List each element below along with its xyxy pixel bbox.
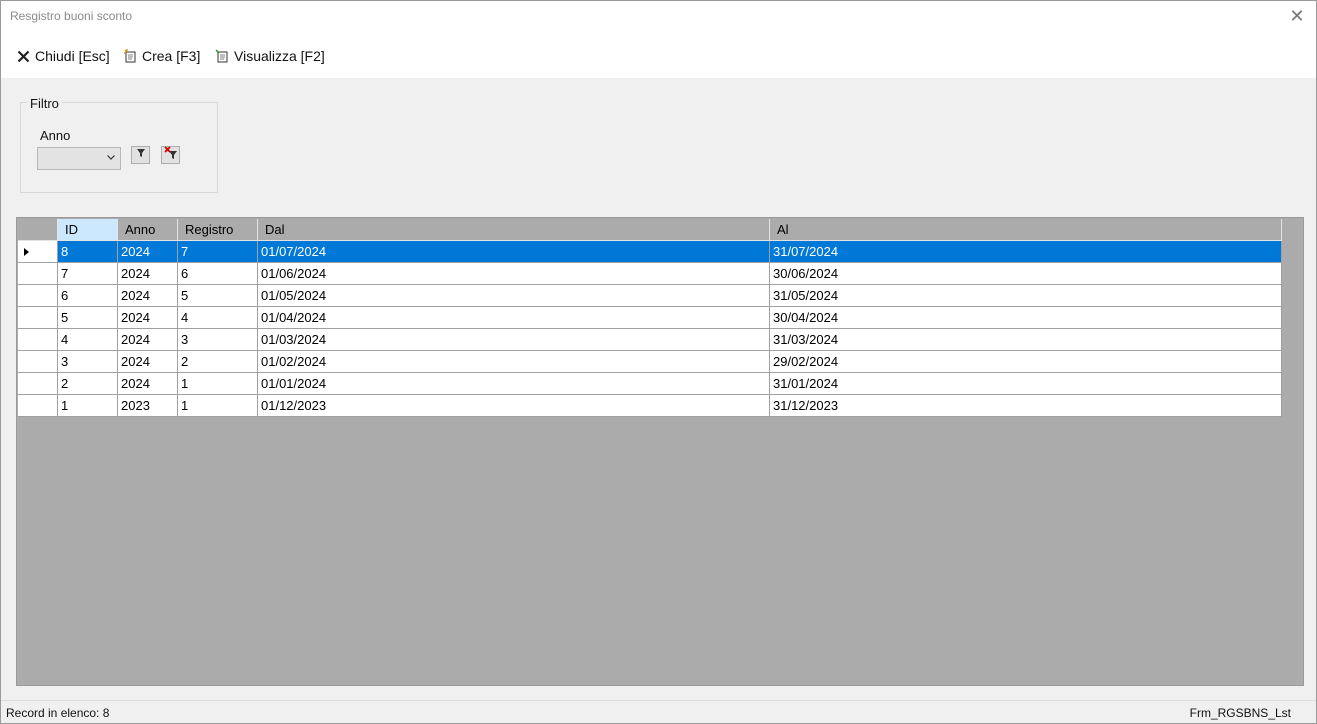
- title-bar: Resgistro buoni sconto ✕: [1, 1, 1316, 33]
- toolbar: Chiudi [Esc] Crea [F3] Visualizza [F2]: [1, 33, 1316, 78]
- cell-anno[interactable]: 2024: [118, 241, 178, 263]
- records-grid: ID Anno Registro Dal Al 8 2024 7 01/07/2024…: [16, 217, 1304, 686]
- cell-dal[interactable]: 01/02/2024: [258, 351, 770, 373]
- cell-anno[interactable]: 2024: [118, 285, 178, 307]
- column-header-id[interactable]: ID: [58, 219, 118, 241]
- row-header[interactable]: [18, 285, 58, 307]
- row-header[interactable]: [18, 351, 58, 373]
- view-button[interactable]: Visualizza [F2]: [215, 46, 325, 66]
- cell-dal[interactable]: 01/07/2024: [258, 241, 770, 263]
- close-button-label: Chiudi [Esc]: [35, 48, 110, 64]
- main-window: Resgistro buoni sconto ✕ Chiudi [Esc] Cr…: [0, 0, 1317, 724]
- cell-anno[interactable]: 2023: [118, 395, 178, 417]
- create-button[interactable]: Crea [F3]: [123, 46, 200, 66]
- record-count: Record in elenco: 8: [6, 706, 110, 720]
- cell-anno[interactable]: 2024: [118, 307, 178, 329]
- clear-filter-icon: [163, 145, 178, 165]
- cell-al[interactable]: 30/06/2024: [770, 263, 1282, 285]
- cell-dal[interactable]: 01/01/2024: [258, 373, 770, 395]
- new-document-icon: [123, 49, 137, 63]
- cell-registro[interactable]: 4: [178, 307, 258, 329]
- cell-dal[interactable]: 01/03/2024: [258, 329, 770, 351]
- cell-anno[interactable]: 2024: [118, 373, 178, 395]
- cell-id[interactable]: 6: [58, 285, 118, 307]
- current-row-arrow-icon: [24, 248, 29, 256]
- cell-al[interactable]: 31/12/2023: [770, 395, 1282, 417]
- close-x-icon: [16, 49, 30, 63]
- close-icon[interactable]: ✕: [1286, 5, 1308, 27]
- filter-group-label: Filtro: [27, 96, 62, 111]
- year-select[interactable]: [37, 147, 121, 170]
- cell-id[interactable]: 1: [58, 395, 118, 417]
- cell-registro[interactable]: 7: [178, 241, 258, 263]
- row-header-corner: [18, 219, 58, 241]
- cell-id[interactable]: 7: [58, 263, 118, 285]
- cell-registro[interactable]: 1: [178, 373, 258, 395]
- row-header[interactable]: [18, 329, 58, 351]
- cell-al[interactable]: 31/03/2024: [770, 329, 1282, 351]
- cell-registro[interactable]: 5: [178, 285, 258, 307]
- status-bar: Record in elenco: 8 Frm_RGSBNS_Lst: [1, 700, 1316, 723]
- cell-al[interactable]: 29/02/2024: [770, 351, 1282, 373]
- cell-registro[interactable]: 2: [178, 351, 258, 373]
- row-header[interactable]: [18, 263, 58, 285]
- cell-registro[interactable]: 3: [178, 329, 258, 351]
- cell-al[interactable]: 31/05/2024: [770, 285, 1282, 307]
- cell-dal[interactable]: 01/05/2024: [258, 285, 770, 307]
- cell-al[interactable]: 31/07/2024: [770, 241, 1282, 263]
- row-header[interactable]: [18, 307, 58, 329]
- filter-icon: [135, 146, 147, 164]
- view-document-icon: [215, 49, 229, 63]
- clear-filter-button[interactable]: [161, 145, 180, 165]
- cell-id[interactable]: 5: [58, 307, 118, 329]
- column-header-dal[interactable]: Dal: [258, 219, 770, 241]
- cell-anno[interactable]: 2024: [118, 263, 178, 285]
- year-label: Anno: [40, 128, 71, 143]
- cell-registro[interactable]: 1: [178, 395, 258, 417]
- view-button-label: Visualizza [F2]: [234, 48, 325, 64]
- cell-id[interactable]: 3: [58, 351, 118, 373]
- column-header-al[interactable]: Al: [770, 219, 1282, 241]
- row-header[interactable]: [18, 373, 58, 395]
- cell-dal[interactable]: 01/12/2023: [258, 395, 770, 417]
- cell-id[interactable]: 4: [58, 329, 118, 351]
- column-header-registro[interactable]: Registro: [178, 219, 258, 241]
- chevron-down-icon: [106, 152, 116, 165]
- cell-dal[interactable]: 01/04/2024: [258, 307, 770, 329]
- cell-dal[interactable]: 01/06/2024: [258, 263, 770, 285]
- row-header[interactable]: [18, 241, 58, 263]
- cell-id[interactable]: 2: [58, 373, 118, 395]
- cell-id[interactable]: 8: [58, 241, 118, 263]
- column-header-anno[interactable]: Anno: [118, 219, 178, 241]
- cell-al[interactable]: 31/01/2024: [770, 373, 1282, 395]
- cell-registro[interactable]: 6: [178, 263, 258, 285]
- row-header[interactable]: [18, 395, 58, 417]
- close-button[interactable]: Chiudi [Esc]: [16, 46, 110, 66]
- create-button-label: Crea [F3]: [142, 48, 201, 64]
- cell-al[interactable]: 30/04/2024: [770, 307, 1282, 329]
- cell-anno[interactable]: 2024: [118, 351, 178, 373]
- window-title: Resgistro buoni sconto: [10, 9, 133, 23]
- cell-anno[interactable]: 2024: [118, 329, 178, 351]
- form-name: Frm_RGSBNS_Lst: [1189, 706, 1291, 720]
- apply-filter-button[interactable]: [131, 146, 150, 164]
